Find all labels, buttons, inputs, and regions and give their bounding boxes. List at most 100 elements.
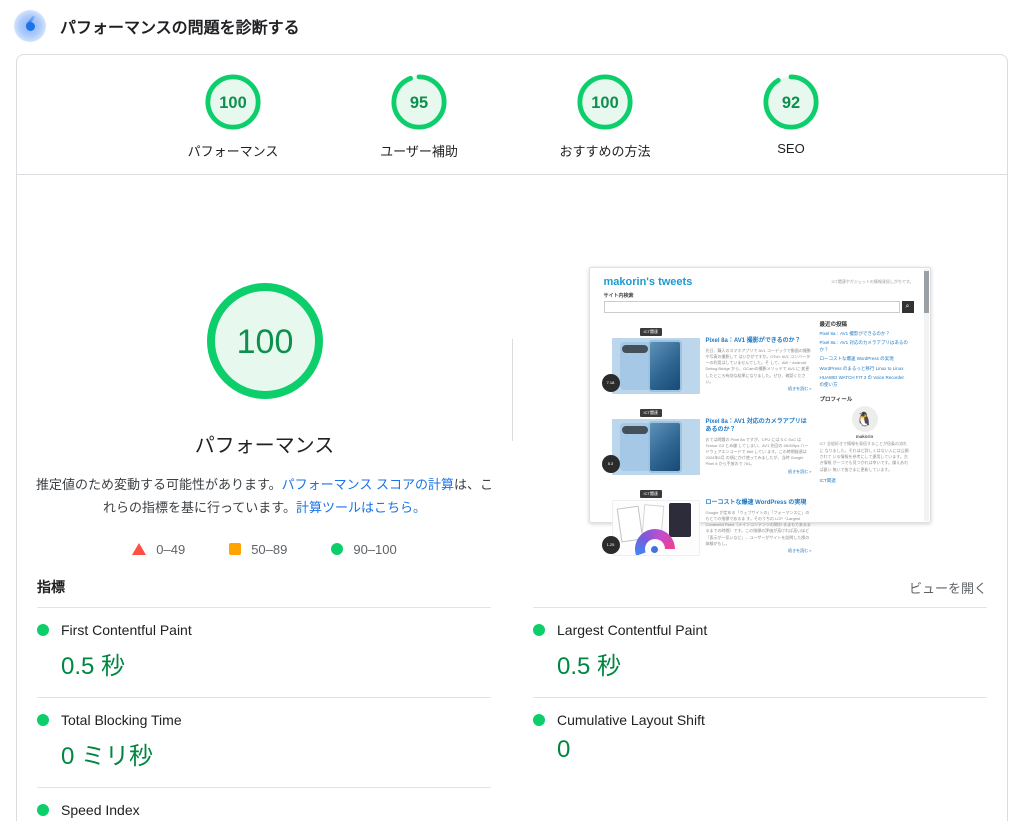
recent-post-link: WordPress のまるっと移行 Linux to Linux	[820, 366, 910, 373]
article-excerpt: 先日、購入のスマホアプリで AV1 コーデックで動画の撮影や写真の撮影して はい…	[706, 348, 812, 385]
legend-fail: 0–49	[132, 542, 185, 557]
metric-name: Speed Index	[61, 802, 140, 818]
read-more-link: 続きを読む »	[706, 469, 812, 475]
article-thumbnail-pixel8a	[612, 338, 700, 394]
lighthouse-report-card: 100 パフォーマンス 95 ユーザー補助 100 おすすめの方法	[16, 54, 1008, 821]
gauge-performance[interactable]: 100 パフォーマンス	[174, 73, 292, 160]
site-tagline: ICT関連やガジェットの情報発信しがちです。	[831, 279, 913, 285]
gauge-best-practices[interactable]: 100 おすすめの方法	[546, 73, 664, 160]
metric-name: First Contentful Paint	[61, 622, 192, 638]
page-screenshot: makorin's tweets ICT関連やガジェットの情報発信しがちです。 …	[589, 267, 931, 523]
metric-value: 0	[557, 736, 987, 764]
penguin-avatar: 🐧	[852, 406, 878, 432]
performance-label: パフォーマンス	[195, 429, 335, 458]
metric-total-blocking-time: Total Blocking Time 0 ミリ秒	[37, 697, 491, 787]
score-legend: 0–49 50–89 90–100	[132, 542, 396, 557]
metric-largest-contentful-paint: Largest Contentful Paint 0.5 秒	[533, 607, 987, 697]
performance-score-gauge: 100	[203, 279, 327, 403]
performance-score-column: 100 パフォーマンス 推定値のため変動する可能性があります。パフォーマンス ス…	[17, 175, 512, 563]
recent-post-link: Pixel 8a：AV1 撮影ができるのか？	[820, 331, 910, 338]
category-badge: ICT関連	[640, 328, 662, 336]
gauge-ring: 92	[762, 73, 820, 131]
green-dot-icon	[533, 624, 545, 636]
green-dot-icon	[37, 714, 49, 726]
page-title: パフォーマンスの問題を診断する	[60, 14, 300, 38]
article-title: Pixel 8a：AV1 撮影ができるのか？	[706, 338, 812, 346]
svg-text:95: 95	[410, 94, 428, 112]
screenshot-body: ICT関連 Pixel 8a：AV1 撮影ができるのか？ 先日、購入のスマホアプ…	[604, 320, 914, 563]
gauge-ring: 100	[576, 73, 634, 131]
screenshot-article: ICT関連 ローコストな爆速 WordPress の実現 Google が定める…	[612, 482, 812, 556]
metric-cumulative-layout-shift: Cumulative Layout Shift 0	[533, 697, 987, 787]
date-badge: 7.18	[602, 374, 620, 392]
read-more-link: 続きを読む »	[706, 386, 812, 392]
svg-text:100: 100	[591, 94, 618, 112]
report-header: パフォーマンスの問題を診断する	[0, 0, 1024, 50]
screenshot-article: ICT関連 Pixel 8a：AV1 撮影ができるのか？ 先日、購入のスマホアプ…	[612, 320, 812, 394]
site-title: makorin's tweets	[604, 276, 693, 288]
screenshot-scrollbar-thumb	[924, 271, 929, 313]
article-excerpt: Google が定める「ウェブサイトの」「フォーマンスに」のもとての指標であるま…	[706, 510, 812, 547]
category-scores-row: 100 パフォーマンス 95 ユーザー補助 100 おすすめの方法	[17, 55, 1007, 175]
profile-name: makorin	[820, 434, 910, 439]
legend-range: 90–100	[353, 542, 396, 557]
metrics-title: 指標	[37, 577, 65, 597]
legend-pass: 90–100	[331, 542, 396, 557]
metric-value: 0.5 秒	[61, 646, 491, 681]
gauge-label: おすすめの方法	[559, 141, 650, 160]
legend-average: 50–89	[229, 542, 287, 557]
svg-text:92: 92	[782, 94, 800, 112]
metric-empty-cell	[533, 787, 987, 821]
green-dot-icon	[37, 624, 49, 636]
date-badge: 5.3	[602, 455, 620, 473]
green-dot-icon	[533, 714, 545, 726]
metrics-section: 指標 ビューを開く First Contentful Paint 0.5 秒 L…	[17, 563, 1007, 821]
metric-name: Cumulative Layout Shift	[557, 712, 705, 728]
profile-description: ICT 全般好きで情報を発信することが信条の流れに なりました。それほど詳しくは…	[820, 441, 910, 473]
performance-description: 推定値のため変動する可能性があります。パフォーマンス スコアの計算は、これらの指…	[30, 474, 500, 520]
metric-first-contentful-paint: First Contentful Paint 0.5 秒	[37, 607, 491, 697]
description-text: 推定値のため変動する可能性があります。	[36, 477, 282, 492]
metric-name: Largest Contentful Paint	[557, 622, 707, 638]
screenshot-article: ICT関連 Pixel 8a：AV1 対応のカメラアプリはあるのか？ おては問題…	[612, 401, 812, 475]
screenshot-scrollbar	[924, 269, 929, 521]
red-triangle-icon	[132, 543, 146, 555]
category-badge: ICT関連	[640, 490, 662, 498]
expand-view-link[interactable]: ビューを開く	[909, 578, 987, 597]
metric-value: 0 ミリ秒	[61, 736, 491, 771]
svg-text:100: 100	[219, 94, 246, 112]
gauge-seo[interactable]: 92 SEO	[732, 73, 850, 160]
score-calc-link[interactable]: パフォーマンス スコアの計算	[282, 477, 454, 492]
calculator-link[interactable]: 計算ツールはこちら。	[296, 500, 426, 515]
metric-speed-index: Speed Index 0.8 秒	[37, 787, 491, 821]
green-dot-icon	[37, 804, 49, 816]
gauge-ring: 95	[390, 73, 448, 131]
site-search-label: サイト内検索	[604, 292, 914, 299]
recent-post-link: ローコストな爆速 WordPress の実現	[820, 356, 910, 363]
article-thumbnail-illustration	[612, 500, 700, 556]
read-more-link: 続きを読む »	[706, 548, 812, 554]
svg-text:100: 100	[236, 323, 293, 361]
pagespeed-gauge-icon	[14, 10, 46, 42]
gauge-ring: 100	[204, 73, 262, 131]
gauge-accessibility[interactable]: 95 ユーザー補助	[360, 73, 478, 160]
green-circle-icon	[331, 543, 343, 555]
profile-widget: プロフィール 🐧 makorin ICT 全般好きで情報を発信することが信条の流…	[820, 395, 910, 484]
article-title: ローコストな爆速 WordPress の実現	[706, 500, 812, 508]
gauge-label: ユーザー補助	[380, 141, 458, 160]
screenshot-sidebar: 最近の投稿 Pixel 8a：AV1 撮影ができるのか？ Pixel 8a：AV…	[820, 320, 910, 563]
screenshot-post-list: ICT関連 Pixel 8a：AV1 撮影ができるのか？ 先日、購入のスマホアプ…	[604, 320, 812, 563]
metric-name: Total Blocking Time	[61, 712, 182, 728]
orange-square-icon	[229, 543, 241, 555]
screenshot-column: makorin's tweets ICT関連やガジェットの情報発信しがちです。 …	[512, 175, 1007, 563]
article-title: Pixel 8a：AV1 対応のカメラアプリはあるのか？	[706, 419, 812, 435]
category-badge: ICT関連	[640, 409, 662, 417]
site-search-row: ⌕	[604, 301, 914, 313]
profile-heading: プロフィール	[820, 395, 910, 403]
metrics-grid: First Contentful Paint 0.5 秒 Largest Con…	[37, 607, 987, 821]
date-badge: 1.25	[602, 536, 620, 554]
gauge-label: パフォーマンス	[188, 141, 279, 160]
metric-value: 0.5 秒	[557, 646, 987, 681]
performance-summary-section: 100 パフォーマンス 推定値のため変動する可能性があります。パフォーマンス ス…	[17, 175, 1007, 563]
profile-category-link: ICT関連	[820, 478, 910, 484]
